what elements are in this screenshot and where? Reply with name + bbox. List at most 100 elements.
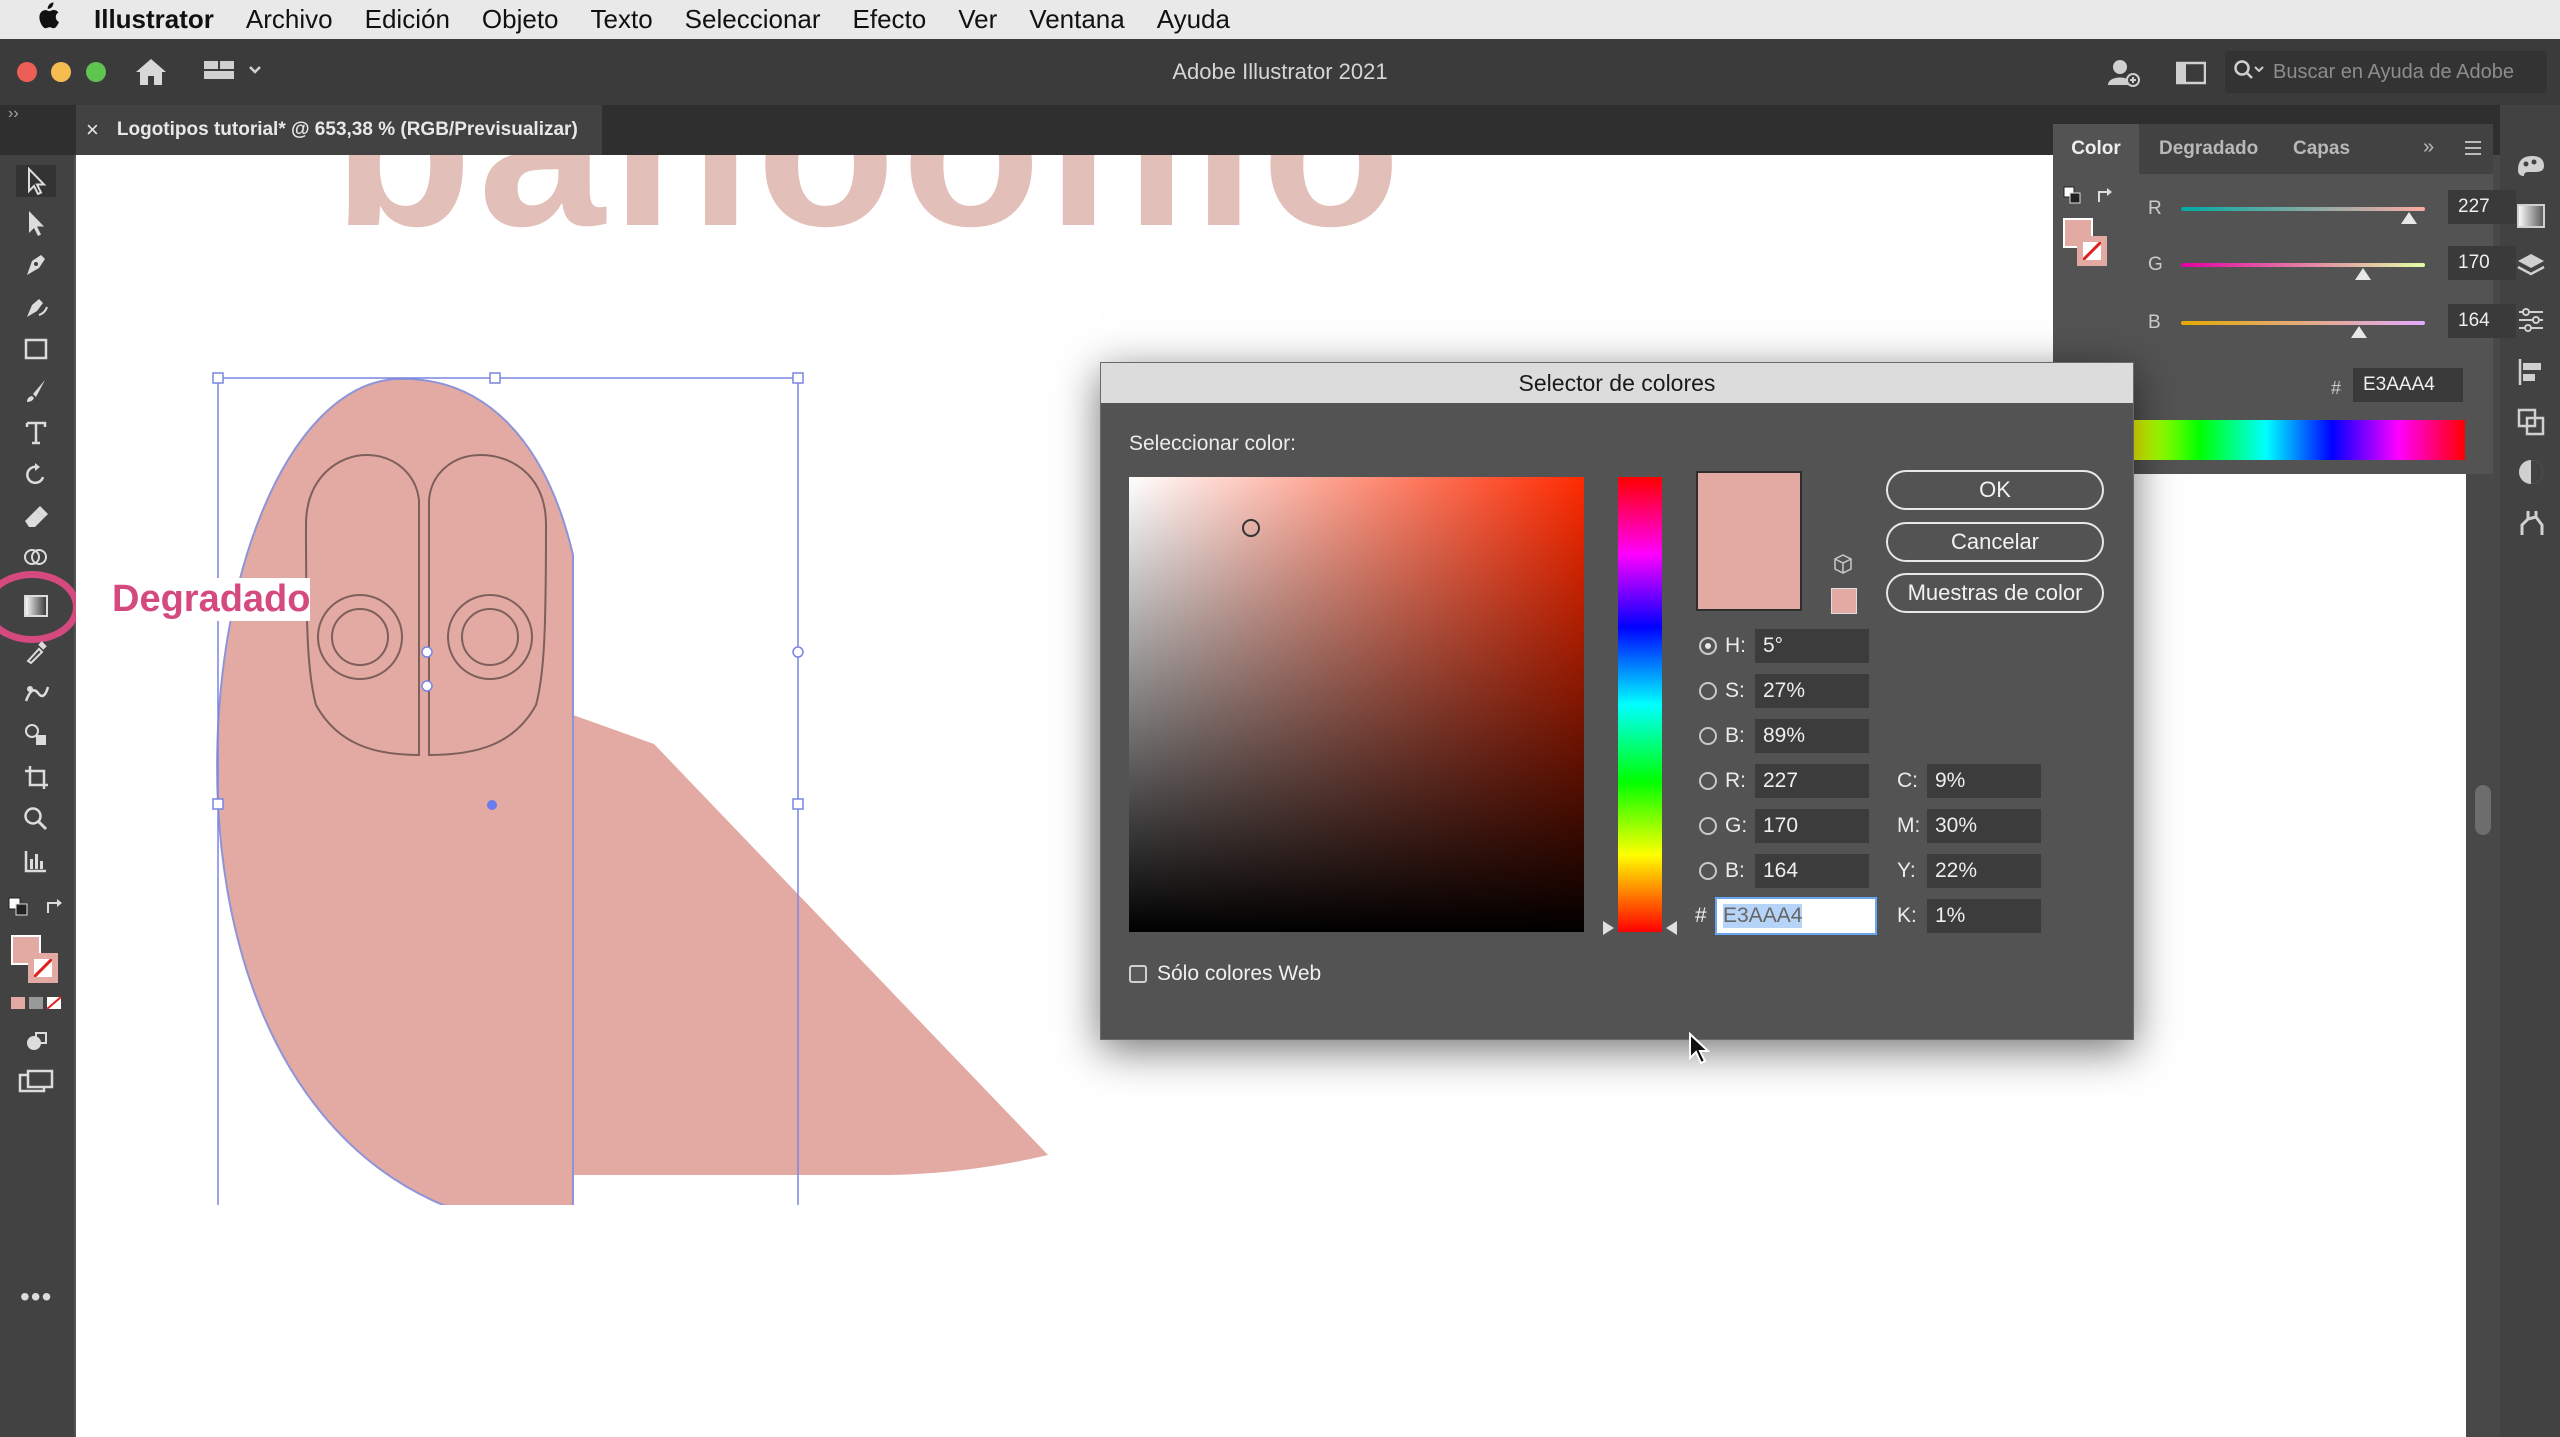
align-panel-icon[interactable]	[2516, 357, 2546, 392]
brightness-field[interactable]: 89%	[1755, 719, 1869, 753]
blue-radio[interactable]	[1699, 862, 1717, 880]
black-field[interactable]: 1%	[1927, 899, 2041, 933]
gradient-tool-icon[interactable]	[16, 590, 56, 622]
window-minimize-button[interactable]	[51, 62, 71, 82]
home-icon[interactable]	[134, 57, 168, 92]
properties-panel-icon[interactable]	[2516, 305, 2546, 340]
web-colors-only-checkbox[interactable]	[1129, 965, 1147, 983]
window-close-button[interactable]	[17, 62, 37, 82]
green-field[interactable]: 170	[1755, 809, 1869, 843]
hue-slider-right-arrow[interactable]	[1666, 921, 1677, 935]
graph-tool-icon[interactable]	[16, 845, 56, 877]
apple-icon[interactable]	[36, 2, 60, 37]
color-guide-panel-icon[interactable]	[2514, 150, 2548, 185]
slider-r-value[interactable]: 227	[2448, 190, 2516, 224]
red-field[interactable]: 227	[1755, 764, 1869, 798]
saturation-radio[interactable]	[1699, 682, 1717, 700]
out-of-gamut-cube-icon[interactable]	[1833, 553, 1853, 580]
search-input[interactable]: Buscar en Ayuda de Adobe	[2273, 61, 2514, 84]
hex-field[interactable]: E3AAA4	[1715, 897, 1877, 935]
menu-ver[interactable]: Ver	[958, 4, 997, 35]
menu-app-name[interactable]: Illustrator	[94, 4, 214, 35]
drawing-mode-icon[interactable]	[24, 1029, 50, 1060]
direct-selection-tool-icon[interactable]	[16, 207, 56, 239]
color-swatches-button[interactable]: Muestras de color	[1886, 573, 2104, 613]
green-radio[interactable]	[1699, 817, 1717, 835]
curvature-tool-icon[interactable]	[16, 291, 56, 323]
paintbrush-tool-icon[interactable]	[16, 375, 56, 407]
stroke-color-swatch[interactable]	[28, 953, 58, 983]
hue-slider-left-arrow[interactable]	[1603, 921, 1614, 935]
menu-ventana[interactable]: Ventana	[1029, 4, 1124, 35]
default-fill-stroke-icon[interactable]	[8, 897, 30, 922]
menu-texto[interactable]: Texto	[591, 4, 653, 35]
hue-slider[interactable]	[1618, 477, 1662, 932]
hue-radio[interactable]	[1699, 637, 1717, 655]
hue-field[interactable]: 5°	[1755, 629, 1869, 663]
eyedropper-tool-icon[interactable]	[16, 635, 56, 667]
document-tab[interactable]: × Logotipos tutorial* @ 653,38 % (RGB/Pr…	[76, 105, 602, 155]
menu-ayuda[interactable]: Ayuda	[1157, 4, 1230, 35]
swap-fill-stroke-icon[interactable]	[2095, 186, 2115, 211]
cancel-button[interactable]: Cancelar	[1886, 522, 2104, 562]
pen-tool-icon[interactable]	[16, 249, 56, 281]
panel-menu-icon[interactable]	[2463, 138, 2483, 163]
scrollbar-thumb[interactable]	[2475, 785, 2491, 835]
edit-toolbar-icon[interactable]: •••	[20, 1281, 52, 1313]
owl-head-shape[interactable]	[216, 377, 574, 1205]
tab-capas[interactable]: Capas	[2293, 124, 2350, 174]
screen-mode-icon[interactable]	[18, 1069, 54, 1100]
blue-field[interactable]: 164	[1755, 854, 1869, 888]
yellow-field[interactable]: 22%	[1927, 854, 2041, 888]
menu-efecto[interactable]: Efecto	[853, 4, 927, 35]
type-tool-icon[interactable]	[16, 417, 56, 449]
slider-g-track[interactable]	[2181, 263, 2425, 267]
color-field-marker[interactable]	[1242, 519, 1260, 537]
arrange-documents-icon[interactable]	[2175, 61, 2207, 90]
user-account-icon[interactable]	[2106, 55, 2140, 94]
layers-panel-icon[interactable]	[2516, 251, 2546, 286]
tab-degradado[interactable]: Degradado	[2159, 124, 2258, 174]
panel-stroke-swatch[interactable]	[2077, 236, 2107, 266]
slider-g-value[interactable]: 170	[2448, 246, 2516, 280]
ok-button[interactable]: OK	[1886, 470, 2104, 510]
slider-r-thumb[interactable]	[2401, 212, 2417, 224]
saturation-brightness-field[interactable]	[1129, 477, 1584, 932]
menu-objeto[interactable]: Objeto	[482, 4, 559, 35]
panel-expand-icon[interactable]: »	[2423, 136, 2434, 159]
cyan-field[interactable]: 9%	[1927, 764, 2041, 798]
slider-r-track[interactable]	[2181, 207, 2425, 211]
swap-fill-stroke-icon[interactable]	[44, 897, 66, 922]
workspace-switcher-icon[interactable]	[204, 59, 266, 88]
artboard-tool-icon[interactable]	[16, 761, 56, 793]
dialog-title-bar[interactable]: Selector de colores	[1101, 363, 2133, 403]
gradient-panel-icon[interactable]	[2516, 203, 2546, 234]
web-safe-color-swatch[interactable]	[1831, 588, 1857, 614]
help-search-field[interactable]: Buscar en Ayuda de Adobe	[2225, 51, 2547, 93]
color-gradient-none-icon[interactable]	[11, 995, 63, 1016]
symbol-sprayer-tool-icon[interactable]	[16, 719, 56, 751]
rotate-tool-icon[interactable]	[16, 459, 56, 491]
puppet-panel-icon[interactable]	[2516, 507, 2546, 544]
magenta-field[interactable]: 30%	[1927, 809, 2041, 843]
red-radio[interactable]	[1699, 772, 1717, 790]
menu-archivo[interactable]: Archivo	[246, 4, 333, 35]
tab-color[interactable]: Color	[2053, 124, 2139, 174]
slider-b-thumb[interactable]	[2351, 326, 2367, 338]
rectangle-tool-icon[interactable]	[16, 333, 56, 365]
slider-g-thumb[interactable]	[2355, 268, 2371, 280]
brightness-radio[interactable]	[1699, 727, 1717, 745]
color-spectrum-bar[interactable]	[2133, 420, 2465, 460]
selection-tool-icon[interactable]	[16, 165, 56, 197]
menu-edicion[interactable]: Edición	[365, 4, 450, 35]
default-fill-stroke-icon[interactable]	[2063, 186, 2083, 211]
slider-b-track[interactable]	[2181, 321, 2425, 325]
anchor-point[interactable]	[421, 680, 433, 692]
close-tab-icon[interactable]: ×	[86, 117, 99, 143]
slider-b-value[interactable]: 164	[2448, 304, 2516, 338]
window-zoom-button[interactable]	[86, 62, 106, 82]
pathfinder-panel-icon[interactable]	[2516, 407, 2546, 442]
panel-hex-value[interactable]: E3AAA4	[2353, 368, 2463, 402]
anchor-point[interactable]	[421, 646, 433, 658]
anchor-point[interactable]	[792, 646, 804, 658]
